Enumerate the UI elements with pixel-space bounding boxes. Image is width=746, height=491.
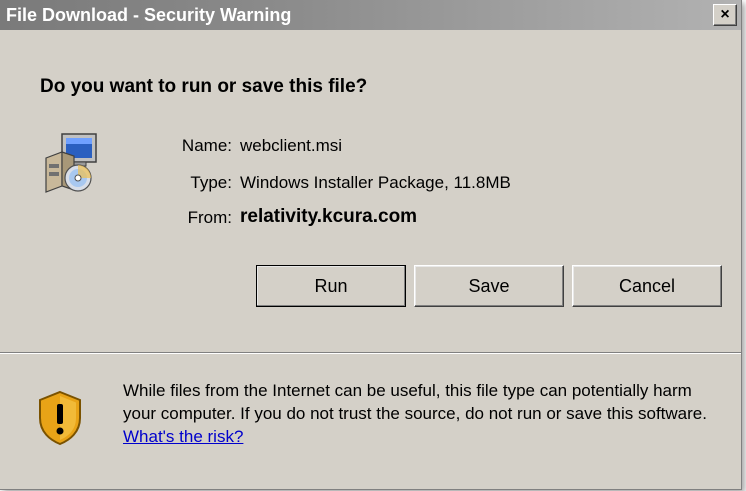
type-value: Windows Installer Package, 11.8MB	[240, 173, 511, 192]
type-label: Type:	[190, 173, 232, 192]
window-title: File Download - Security Warning	[6, 5, 292, 25]
title-bar[interactable]: File Download - Security Warning ×	[0, 0, 741, 30]
from-value: relativity.kcura.com	[240, 206, 418, 227]
warning-message: While files from the Internet can be use…	[123, 381, 707, 423]
name-value: webclient.msi	[240, 136, 343, 155]
close-icon: ×	[720, 6, 730, 23]
close-button[interactable]: ×	[713, 4, 737, 26]
dialog-question: Do you want to run or save this file?	[40, 76, 368, 97]
warning-shield-icon	[39, 390, 81, 446]
whats-the-risk-link[interactable]: What's the risk?	[123, 427, 243, 446]
from-label: From:	[187, 208, 232, 227]
file-download-dialog: File Download - Security Warning × Do yo…	[0, 0, 742, 490]
cancel-button[interactable]: Cancel	[572, 265, 722, 307]
save-button[interactable]: Save	[414, 265, 564, 307]
installer-package-icon	[45, 133, 97, 193]
run-button[interactable]: Run	[256, 265, 406, 307]
divider	[0, 352, 741, 354]
security-warning-text: While files from the Internet can be use…	[123, 379, 723, 448]
name-label: Name:	[181, 136, 232, 155]
